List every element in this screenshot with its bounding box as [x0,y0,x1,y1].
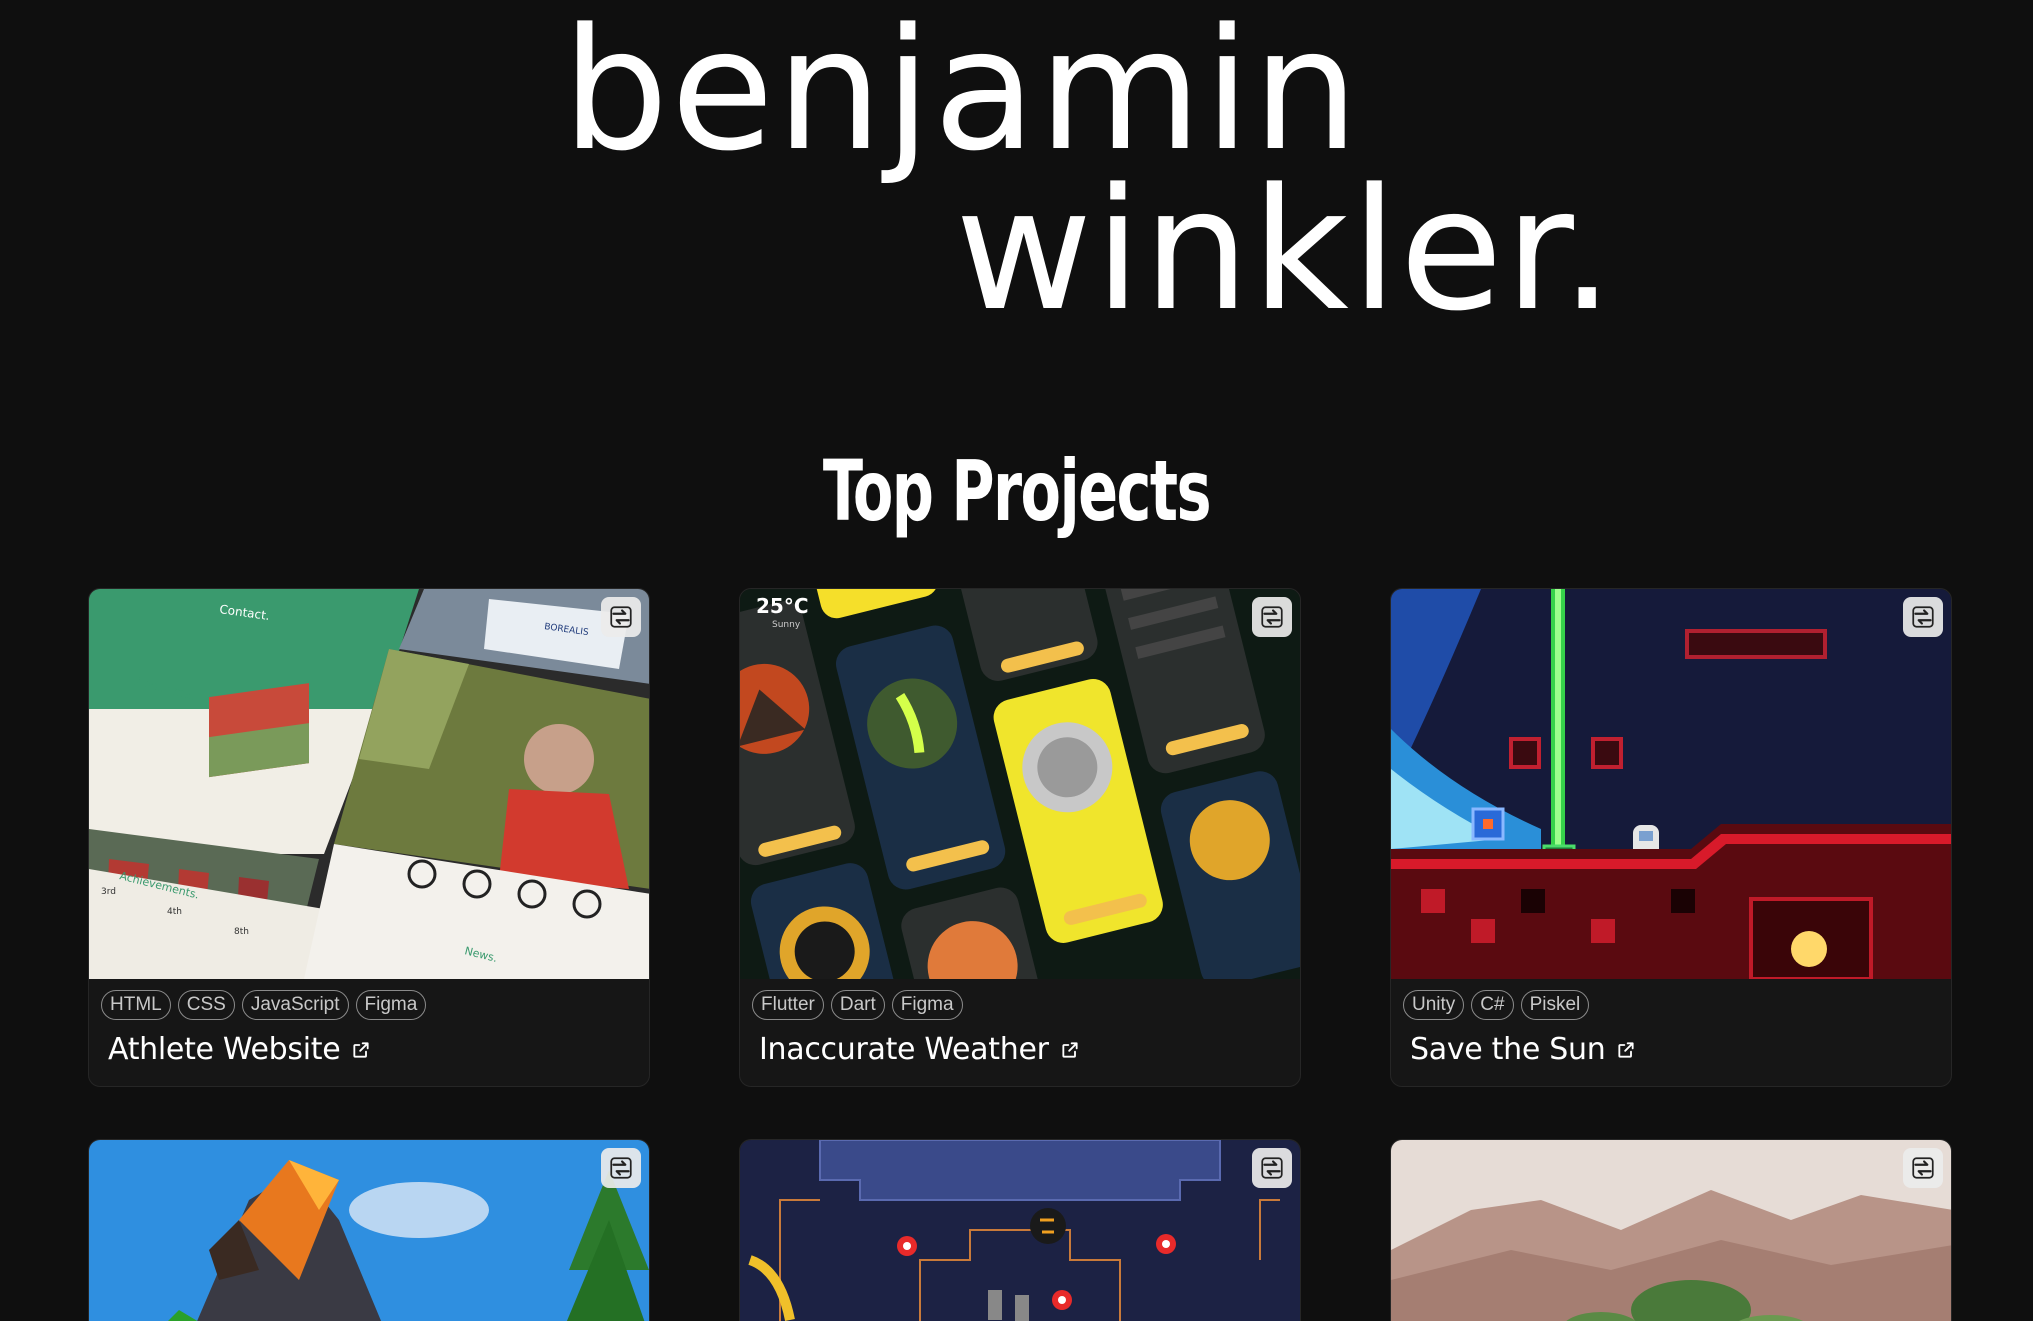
project-card-landscape-terrain[interactable] [1390,1139,1952,1321]
tag-list: HTML CSS JavaScript Figma [89,990,649,1020]
tag: Figma [891,990,963,1020]
thumb-condition: Sunny [772,620,801,630]
flip-cycle-icon [1261,606,1283,628]
flip-cycle-icon [610,1157,632,1179]
flip-card-button[interactable] [1252,597,1292,637]
project-link[interactable]: Athlete Website [89,1032,649,1067]
project-card-volcano-game[interactable] [88,1139,650,1321]
section-title: Top Projects [822,442,1212,540]
flip-cycle-icon [1912,606,1934,628]
project-title: Save the Sun [1410,1032,1606,1067]
project-thumbnail [740,1140,1300,1321]
flip-card-button[interactable] [1252,1148,1292,1188]
external-link-icon [1618,1041,1635,1058]
thumb-place-1: 3rd [101,887,116,897]
tag: Figma [355,990,427,1020]
project-thumbnail [1391,589,1951,979]
portfolio-page: benjamin winkler. Top Projects Contact. … [0,0,2033,1321]
flip-cycle-icon [1261,1157,1283,1179]
flip-cycle-icon [610,606,632,628]
project-thumbnail: Contact. About me. Achievements. News. B… [89,589,649,979]
project-card-inaccurate-weather[interactable]: 25°C Sunny Flutter Dart Figma Inaccurate… [739,588,1301,1087]
project-title: Inaccurate Weather [759,1032,1049,1067]
thumb-place-2: 4th [167,907,182,917]
project-card-pixel-dungeon[interactable] [739,1139,1301,1321]
project-card-save-the-sun[interactable]: Unity C# Piskel Save the Sun [1390,588,1952,1087]
hero-first-name: benjamin [562,0,1361,188]
tag: JavaScript [241,990,349,1020]
project-link[interactable]: Inaccurate Weather [740,1032,1300,1067]
tag: Piskel [1520,990,1590,1020]
flip-card-button[interactable] [601,597,641,637]
project-title: Athlete Website [108,1032,341,1067]
thumb-place-3: 8th [234,927,249,937]
flip-card-button[interactable] [601,1148,641,1188]
flip-cycle-icon [1912,1157,1934,1179]
project-thumbnail: 25°C Sunny [740,589,1300,979]
tag: Dart [830,990,885,1020]
tag: Unity [1403,990,1465,1020]
tag: CSS [177,990,235,1020]
project-thumbnail [89,1140,649,1321]
external-link-icon [353,1041,370,1058]
project-card-athlete-website[interactable]: Contact. About me. Achievements. News. B… [88,588,650,1087]
project-thumbnail [1391,1140,1951,1321]
tag-list: Flutter Dart Figma [740,990,1300,1020]
tag-list: Unity C# Piskel [1391,990,1951,1020]
tag: C# [1471,990,1514,1020]
tag: Flutter [752,990,824,1020]
thumb-temperature: 25°C [756,594,809,618]
project-link[interactable]: Save the Sun [1391,1032,1951,1067]
external-link-icon [1062,1041,1078,1058]
tag: HTML [101,990,171,1020]
flip-card-button[interactable] [1903,1148,1943,1188]
flip-card-button[interactable] [1903,597,1943,637]
hero-last-name: winkler. [955,152,1616,348]
